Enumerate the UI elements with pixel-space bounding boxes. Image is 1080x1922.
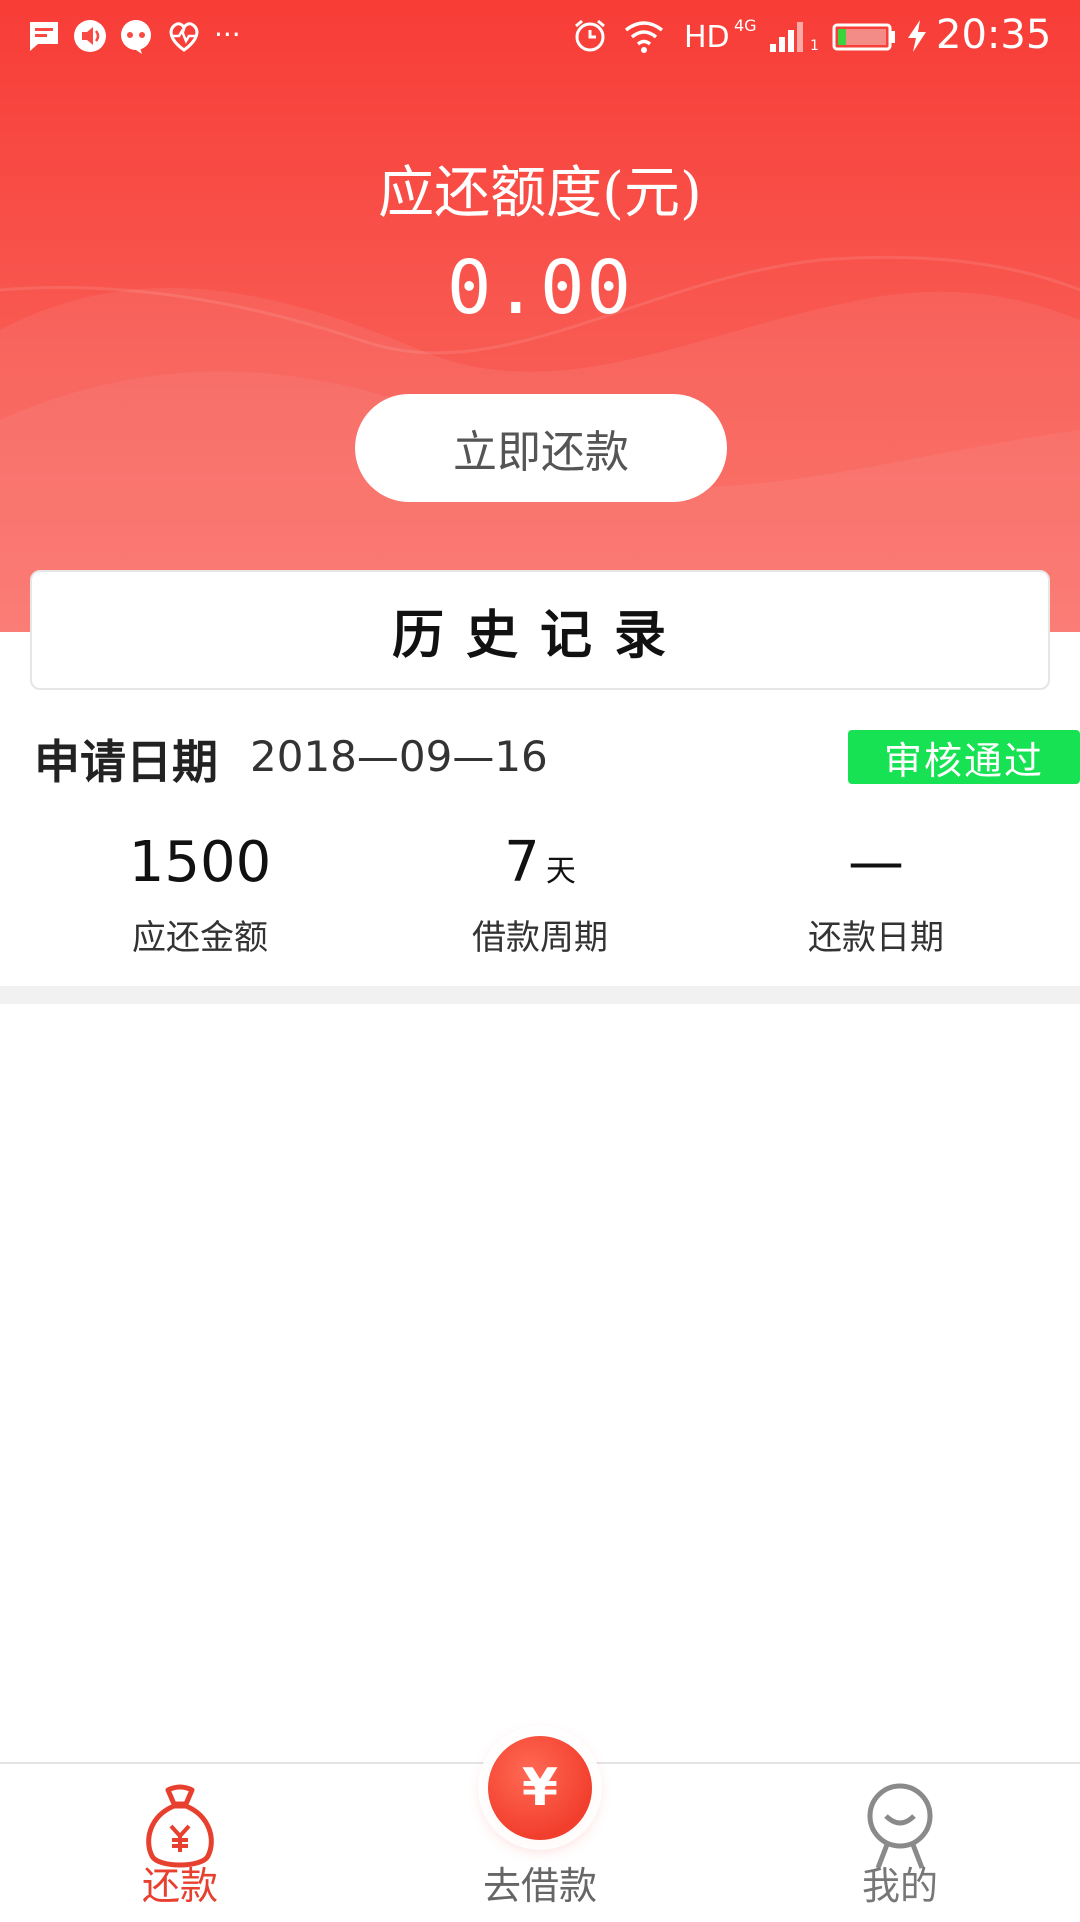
stat-repay-date-value: — xyxy=(848,830,904,895)
tab-mine-label: 我的 xyxy=(861,1864,938,1908)
heart-rate-icon xyxy=(169,22,199,52)
tab-borrow-label: 去借款 xyxy=(482,1864,597,1908)
battery-icon xyxy=(832,23,895,51)
stat-repay-date: — 还款日期 xyxy=(726,830,1026,959)
wifi-icon xyxy=(624,21,664,53)
status-time: 20:35 xyxy=(936,12,1052,58)
stat-period-value-wrap: 7天 xyxy=(390,830,690,896)
loan-record[interactable]: 申请日期 2018—09—16 审核通过 1500 应还金额 7天 借款周期 —… xyxy=(0,700,1080,986)
repay-amount-title: 应还额度(元) xyxy=(378,161,702,226)
stat-repay-date-label: 还款日期 xyxy=(808,918,944,958)
stat-period: 7天 借款周期 xyxy=(390,830,690,959)
repay-amount-value: 0.00 xyxy=(446,245,634,331)
stat-period-unit: 天 xyxy=(545,854,576,889)
network-generation: 4G xyxy=(734,16,757,35)
charging-icon xyxy=(908,20,926,52)
borrow-fab-button[interactable]: ¥ xyxy=(488,1736,592,1840)
stat-amount-value: 1500 xyxy=(128,830,272,895)
status-badge: 审核通过 xyxy=(848,730,1080,784)
status-bar: ··· HD 4G 1 20:35 xyxy=(0,0,1080,74)
yen-icon: ¥ xyxy=(521,1758,559,1818)
tab-repay[interactable]: 还款 xyxy=(30,1764,330,1922)
message-icon xyxy=(30,22,58,51)
section-divider xyxy=(0,986,1080,1004)
history-header-card[interactable]: 历史记录 xyxy=(30,570,1050,690)
chat-bubble-icon xyxy=(121,20,151,54)
repay-now-button[interactable]: 立即还款 xyxy=(355,394,727,502)
speaker-icon xyxy=(74,20,106,52)
header-banner: ··· HD 4G 1 20:35 应还额度(元) 0.00 立即还款 xyxy=(0,0,1080,632)
apply-date-label: 申请日期 xyxy=(34,735,218,789)
network-type: HD xyxy=(684,20,730,55)
stat-amount-label: 应还金额 xyxy=(132,918,268,958)
alarm-icon xyxy=(575,19,605,52)
signal-icon xyxy=(770,22,803,52)
sim-slot: 1 xyxy=(810,38,819,54)
tab-repay-label: 还款 xyxy=(141,1864,218,1908)
stat-period-label: 借款周期 xyxy=(472,918,608,958)
stat-amount: 1500 应还金额 xyxy=(50,830,350,959)
stat-period-value: 7 xyxy=(504,830,540,895)
more-notifications: ··· xyxy=(214,18,241,51)
tab-mine[interactable]: 我的 xyxy=(750,1764,1050,1922)
apply-date-value: 2018—09—16 xyxy=(250,732,548,781)
